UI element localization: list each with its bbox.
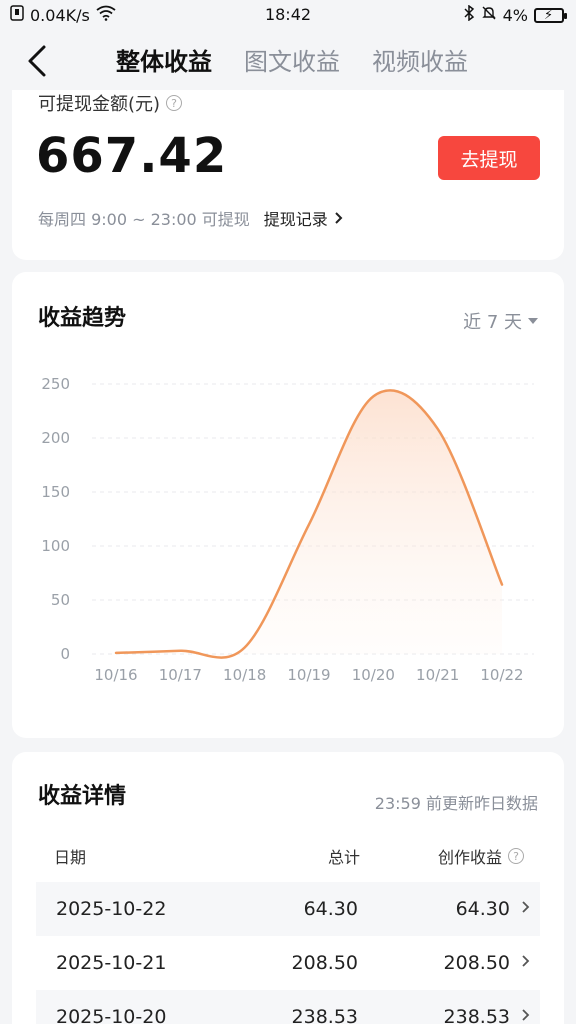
withdraw-schedule-note: 每周四 9:00 ~ 23:00 可提现 (38, 210, 250, 229)
y-tick-label: 200 (41, 429, 70, 447)
battery-icon: ⚡ (534, 7, 567, 23)
update-note: 23:59 前更新昨日数据 (374, 794, 538, 813)
tab-article[interactable]: 图文收益 (244, 42, 340, 77)
withdraw-record-link[interactable]: 提现记录 (264, 206, 343, 230)
help-icon[interactable]: ? (166, 95, 183, 111)
y-tick-label: 250 (41, 375, 70, 393)
x-tick-label: 10/20 (352, 666, 395, 684)
bluetooth-icon (463, 4, 475, 25)
row-date: 2025-10-20 (56, 1006, 167, 1024)
table-row[interactable]: 2025-10-21 208.50 208.50 (36, 936, 540, 990)
withdrawable-label: 可提现金额(元) (38, 94, 161, 115)
trend-card: 收益趋势 近 7 天 0 50 100 150 200 250 10/16 10/17 10/1… (12, 272, 564, 738)
x-tick-label: 10/22 (480, 666, 523, 684)
x-tick-label: 10/19 (287, 666, 330, 684)
table-row[interactable]: 2025-10-20 238.53 238.53 (36, 990, 540, 1024)
column-creation: 创作收益 (437, 848, 502, 867)
row-creation: 208.50 (443, 952, 510, 974)
x-tick-label: 10/21 (416, 666, 459, 684)
row-date: 2025-10-21 (56, 952, 167, 974)
row-creation: 238.53 (443, 1006, 510, 1024)
column-total: 总计 (327, 848, 360, 867)
chevron-right-icon (335, 212, 343, 224)
back-icon[interactable] (22, 44, 52, 78)
row-date: 2025-10-22 (56, 898, 167, 920)
table-row[interactable]: 2025-10-22 64.30 64.30 (36, 882, 540, 936)
battery-percent: 4% (502, 5, 528, 25)
withdraw-record-label: 提现记录 (263, 210, 328, 229)
detail-title: 收益详情 (38, 784, 127, 809)
status-bar: 0.04K/s 18:42 4% ⚡ (0, 0, 576, 30)
x-tick-label: 10/18 (223, 666, 266, 684)
y-tick-label: 50 (51, 591, 70, 609)
x-tick-label: 10/17 (159, 666, 202, 684)
tab-bar: 整体收益 图文收益 视频收益 (116, 42, 468, 77)
help-icon[interactable]: ? (508, 848, 524, 864)
withdraw-card: 可提现金额(元) ? 667.42 去提现 每周四 9:00 ~ 23:00 可… (12, 90, 564, 260)
row-creation: 64.30 (455, 898, 510, 920)
earnings-trend-chart: 0 50 100 150 200 250 10/16 10/17 10/18 10/19 10/20… (41, 375, 534, 684)
x-tick-label: 10/16 (94, 666, 137, 684)
row-total: 238.53 (291, 1006, 358, 1024)
chevron-right-icon (522, 955, 530, 967)
detail-card: 收益详情 23:59 前更新昨日数据 日期 总计 创作收益 ? 2025-10-… (12, 752, 564, 1024)
chevron-right-icon (522, 1009, 530, 1021)
y-tick-label: 100 (41, 537, 70, 555)
row-total: 64.30 (303, 898, 358, 920)
table-header: 日期 总计 创作收益 ? (36, 844, 540, 870)
tab-overall[interactable]: 整体收益 (116, 42, 212, 77)
y-tick-label: 0 (60, 645, 70, 663)
row-total: 208.50 (291, 952, 358, 974)
tab-video[interactable]: 视频收益 (372, 42, 468, 77)
top-nav: 整体收益 图文收益 视频收益 (0, 30, 576, 90)
mute-bell-icon (481, 5, 497, 25)
y-tick-label: 150 (41, 483, 70, 501)
withdrawable-amount: 667.42 (36, 128, 228, 184)
column-date: 日期 (54, 848, 87, 867)
withdraw-button[interactable]: 去提现 (438, 136, 540, 180)
chevron-right-icon (522, 901, 530, 913)
